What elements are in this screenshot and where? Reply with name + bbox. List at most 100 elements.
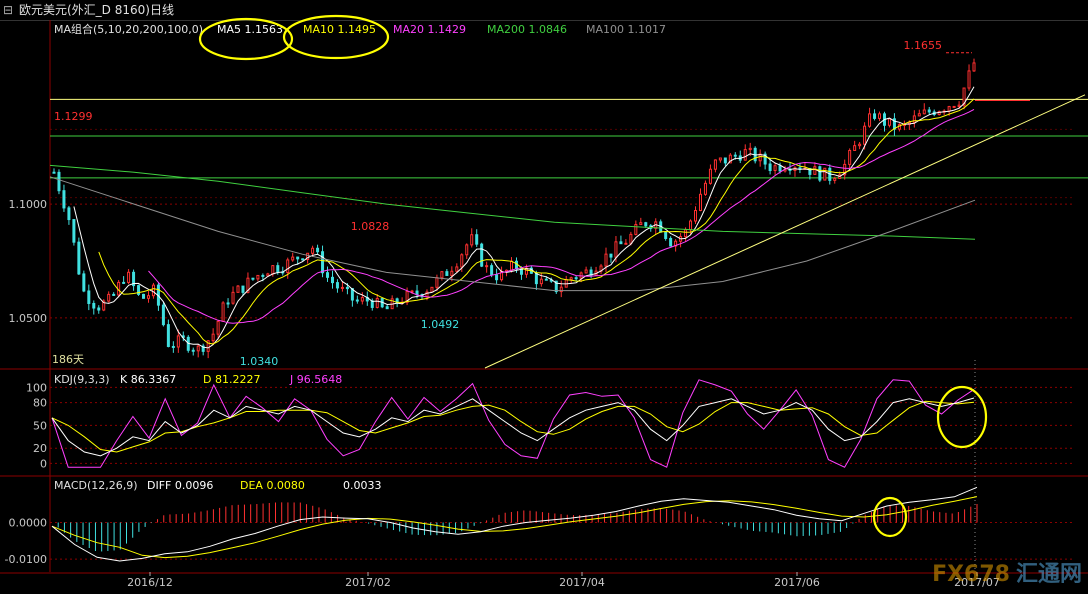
candle-body [127, 271, 131, 283]
candle-body [669, 237, 673, 247]
x-tick-label: 2017/06 [774, 576, 820, 589]
candle-body [952, 105, 956, 108]
candle-body [360, 297, 364, 302]
candle-body [947, 106, 951, 112]
macd-tick-label: -0.0100 [5, 553, 47, 566]
candle-body [713, 159, 717, 170]
candle-body [166, 324, 170, 347]
candle-body [773, 165, 777, 172]
candle-body [271, 265, 275, 275]
candle-body [161, 304, 165, 326]
candle-body [97, 307, 101, 311]
candle-body [917, 113, 921, 117]
kdj-tick-label: 50 [33, 419, 47, 432]
candle-body [231, 291, 235, 304]
candle-body [863, 125, 867, 145]
candle-body [465, 244, 469, 256]
candle-body [415, 290, 419, 296]
ma5-line [73, 86, 975, 349]
watermark-sub: 汇通网 [1015, 562, 1082, 587]
candle-body [480, 243, 484, 267]
candle-body [514, 260, 518, 270]
annotation-peak-feb: 1.0828 [351, 220, 390, 233]
candle-body [72, 219, 76, 243]
candle-body [475, 234, 479, 245]
candle-body [191, 349, 195, 352]
candle-body [87, 290, 91, 304]
price-panel [49, 52, 1088, 369]
kdj-panel [51, 379, 975, 468]
candle-body [887, 118, 891, 126]
annotation-low-dec: 1.0340 [240, 355, 279, 368]
candle-body [266, 273, 270, 277]
macd-panel [51, 486, 978, 562]
annotation-low-mar: 1.0492 [421, 318, 460, 331]
candle-body [455, 266, 459, 272]
candle-body [723, 157, 727, 164]
candle-body [733, 154, 737, 157]
macd-panel-name: MACD(12,26,9) [54, 479, 138, 492]
candle-body [534, 272, 538, 285]
candle-body [445, 271, 449, 276]
candle-body [584, 269, 588, 274]
candle-body [818, 166, 822, 181]
candle-body [748, 147, 752, 151]
candle-body [698, 193, 702, 211]
candle-body [619, 241, 623, 245]
kdj-tick-label: 0 [40, 457, 47, 470]
candle-body [485, 265, 489, 268]
candle-body [604, 253, 608, 267]
candle-body [639, 222, 643, 226]
candle-body [440, 271, 444, 279]
candle-body [261, 274, 265, 277]
candle-body [216, 320, 220, 335]
x-tick-label: 2017/02 [345, 576, 391, 589]
candle-body [316, 247, 320, 253]
macd-legend-dea: DEA 0.0080 [240, 479, 305, 492]
candle-body [858, 143, 862, 147]
days-label: 186天 [52, 353, 84, 366]
chart-canvas: 1.1000 1.0500 2016/12 2017/02 2017/04 2017/06… [0, 14, 1088, 589]
candle-body [142, 293, 146, 299]
candle-body [67, 207, 71, 221]
candle-body [62, 190, 66, 209]
candle-body [972, 62, 976, 72]
kdj-legend-k: K 86.3367 [120, 373, 176, 386]
candle-body [922, 109, 926, 115]
candle-body [112, 293, 116, 296]
candle-body [450, 270, 454, 276]
candle-body [912, 115, 916, 123]
candle-body [211, 333, 215, 342]
candle-body [355, 299, 359, 302]
candle-body [430, 286, 434, 293]
macd-dea-line [51, 496, 978, 559]
candle-body [544, 278, 548, 281]
candle-body [689, 220, 693, 231]
watermark-logo: FX678 汇通网 [932, 556, 1082, 588]
candle-body [778, 165, 782, 172]
kdj-legend-d: D 81.2227 [203, 373, 260, 386]
candle-body [574, 277, 578, 280]
price-tick-label: 1.0500 [9, 312, 48, 325]
highlight-ring-kdj [936, 385, 988, 449]
candle-body [634, 224, 638, 235]
candle-body [629, 233, 633, 244]
kdj-tick-label: 20 [33, 442, 47, 455]
kdj-tick-label: 100 [26, 381, 47, 394]
candle-body [878, 113, 882, 119]
candle-body [624, 242, 628, 245]
candle-body [122, 281, 126, 284]
candle-body [345, 286, 349, 290]
candle-body [927, 109, 931, 113]
candle-body [569, 277, 573, 281]
ma-legend-ma10: MA10 1.1495 [303, 23, 376, 36]
candle-body [92, 302, 96, 309]
candle-body [291, 256, 295, 261]
candle-body [326, 272, 330, 278]
kdj-tick-label: 80 [33, 397, 47, 410]
candle-body [370, 300, 374, 308]
candle-body [385, 306, 389, 310]
candle-body [539, 278, 543, 285]
candle-body [311, 247, 315, 254]
candle-body [340, 286, 344, 289]
